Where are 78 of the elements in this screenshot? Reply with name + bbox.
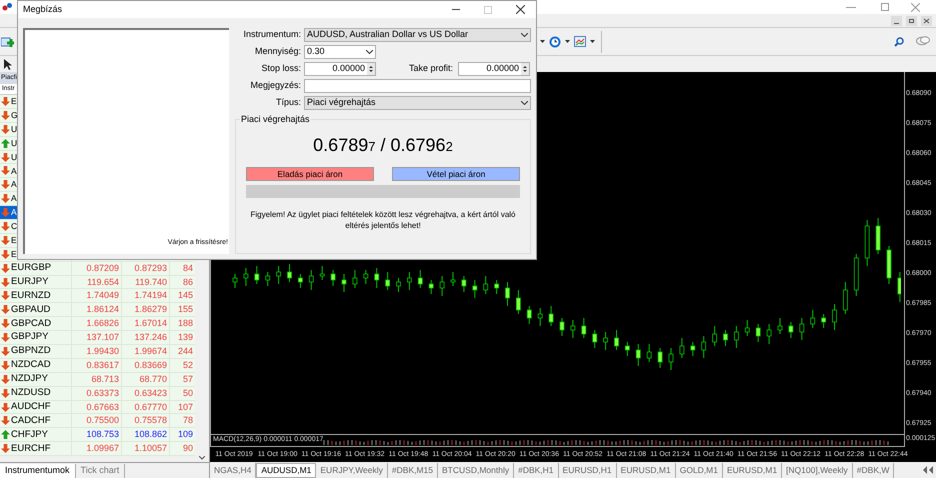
spread-value: 86 bbox=[182, 276, 194, 288]
symbol-text: GBPCAD bbox=[11, 316, 52, 331]
bid-price: 108.753 bbox=[72, 428, 122, 442]
bid-price: 0.63373 bbox=[72, 386, 122, 400]
ask-price: 1.99674 bbox=[122, 345, 170, 358]
symbol-text: GBPAUD bbox=[11, 302, 50, 317]
ask-price: 1.10057 bbox=[122, 442, 170, 456]
spread-value: 155 bbox=[176, 303, 194, 316]
symbol-text: EURGBP bbox=[11, 261, 52, 276]
symbol-text: EURJPY bbox=[11, 274, 48, 289]
spread-value: 145 bbox=[176, 289, 194, 302]
field-label: Megjegyzés: bbox=[249, 79, 301, 92]
group-title: Piaci végrehajtás bbox=[240, 113, 311, 126]
ask-price: 0.83669 bbox=[122, 358, 170, 372]
symbol-text: GBPNZD bbox=[11, 344, 51, 358]
ask-price: 68.770 bbox=[122, 372, 170, 386]
symbol-text: U bbox=[11, 122, 18, 136]
bid-price: 0.83617 bbox=[72, 358, 122, 372]
symbol-text: A bbox=[11, 192, 17, 206]
symbol-text: GBPJPY bbox=[11, 330, 48, 344]
spread-value: 57 bbox=[182, 372, 194, 386]
bid-price: 137.107 bbox=[72, 331, 122, 344]
spread-value: 109 bbox=[176, 428, 194, 442]
ask-price: 0.87293 bbox=[122, 262, 170, 275]
symbol-text: AUDCHF bbox=[11, 400, 51, 414]
ask-price: 0.75578 bbox=[122, 414, 170, 428]
symbol-text: NZDJPY bbox=[11, 372, 48, 386]
spread-value: 188 bbox=[176, 317, 194, 330]
symbol-text: G bbox=[11, 108, 18, 122]
bid-price: 1.09967 bbox=[72, 442, 122, 456]
bid-price: 0.67663 bbox=[72, 400, 122, 414]
symbol-text: E bbox=[11, 234, 17, 247]
symbol-text: C bbox=[11, 220, 18, 233]
bid-price: 1.66826 bbox=[72, 317, 122, 330]
symbol-text: NZDCAD bbox=[11, 358, 51, 372]
ask-price: 1.86279 bbox=[122, 303, 170, 316]
spread-value: 107 bbox=[176, 400, 194, 414]
symbol-text: A bbox=[11, 164, 17, 178]
symbol-text: EURCHF bbox=[11, 442, 51, 456]
ask-price: 137.246 bbox=[122, 331, 170, 344]
spread-value: 52 bbox=[182, 358, 194, 372]
bid-price: 119.654 bbox=[72, 276, 122, 288]
field-label: Mennyiség: bbox=[254, 45, 301, 58]
ask-price: 1.74194 bbox=[122, 289, 170, 302]
bid-price: 1.86124 bbox=[72, 303, 122, 316]
bid-price: 1.99430 bbox=[72, 345, 122, 358]
spread-value: 78 bbox=[182, 414, 194, 428]
spread-value: 90 bbox=[182, 442, 194, 456]
ask-price: 0.63423 bbox=[122, 386, 170, 400]
spread-value: 84 bbox=[182, 262, 194, 275]
ask-price: 119.740 bbox=[122, 276, 170, 288]
symbol-text: A bbox=[11, 206, 17, 219]
symbol-text: E bbox=[11, 248, 17, 261]
symbol-text: CADCHF bbox=[11, 414, 51, 428]
spread-value: 50 bbox=[182, 386, 194, 400]
ask-price: 0.67770 bbox=[122, 400, 170, 414]
bid-price: 1.74049 bbox=[72, 289, 122, 302]
field-label: Típus: bbox=[274, 96, 301, 110]
spread-value: 139 bbox=[176, 331, 194, 344]
symbol-text: A bbox=[11, 178, 17, 192]
field-label: Take profit: bbox=[409, 62, 454, 76]
bid-price: 68.713 bbox=[72, 372, 122, 386]
bid-price: 0.87209 bbox=[72, 262, 122, 275]
ask-price: 108.862 bbox=[122, 428, 170, 442]
symbol-text: CHFJPY bbox=[11, 428, 48, 442]
spread-value: 244 bbox=[176, 345, 194, 358]
symbol-text: EURNZD bbox=[11, 288, 51, 303]
ask-price: 1.67014 bbox=[122, 317, 170, 330]
warning-text: Figyelem! Az ügylet piaci feltételek között lesz végrehajtva, a kért ártól való eltérés jelentős lehet! bbox=[249, 209, 516, 231]
field-label: Stop loss: bbox=[260, 62, 301, 76]
dialog-title: Megbízás bbox=[23, 2, 62, 16]
symbol-text: NZDUSD bbox=[11, 386, 51, 400]
bid-price: 0.75500 bbox=[72, 414, 122, 428]
symbol-text: U bbox=[11, 136, 18, 150]
symbol-text: U bbox=[11, 150, 18, 164]
symbol-text: E bbox=[11, 95, 17, 108]
price-quote: 0.67897 / 0.67962 bbox=[313, 134, 453, 157]
field-label: Instrumentum: bbox=[242, 28, 301, 42]
